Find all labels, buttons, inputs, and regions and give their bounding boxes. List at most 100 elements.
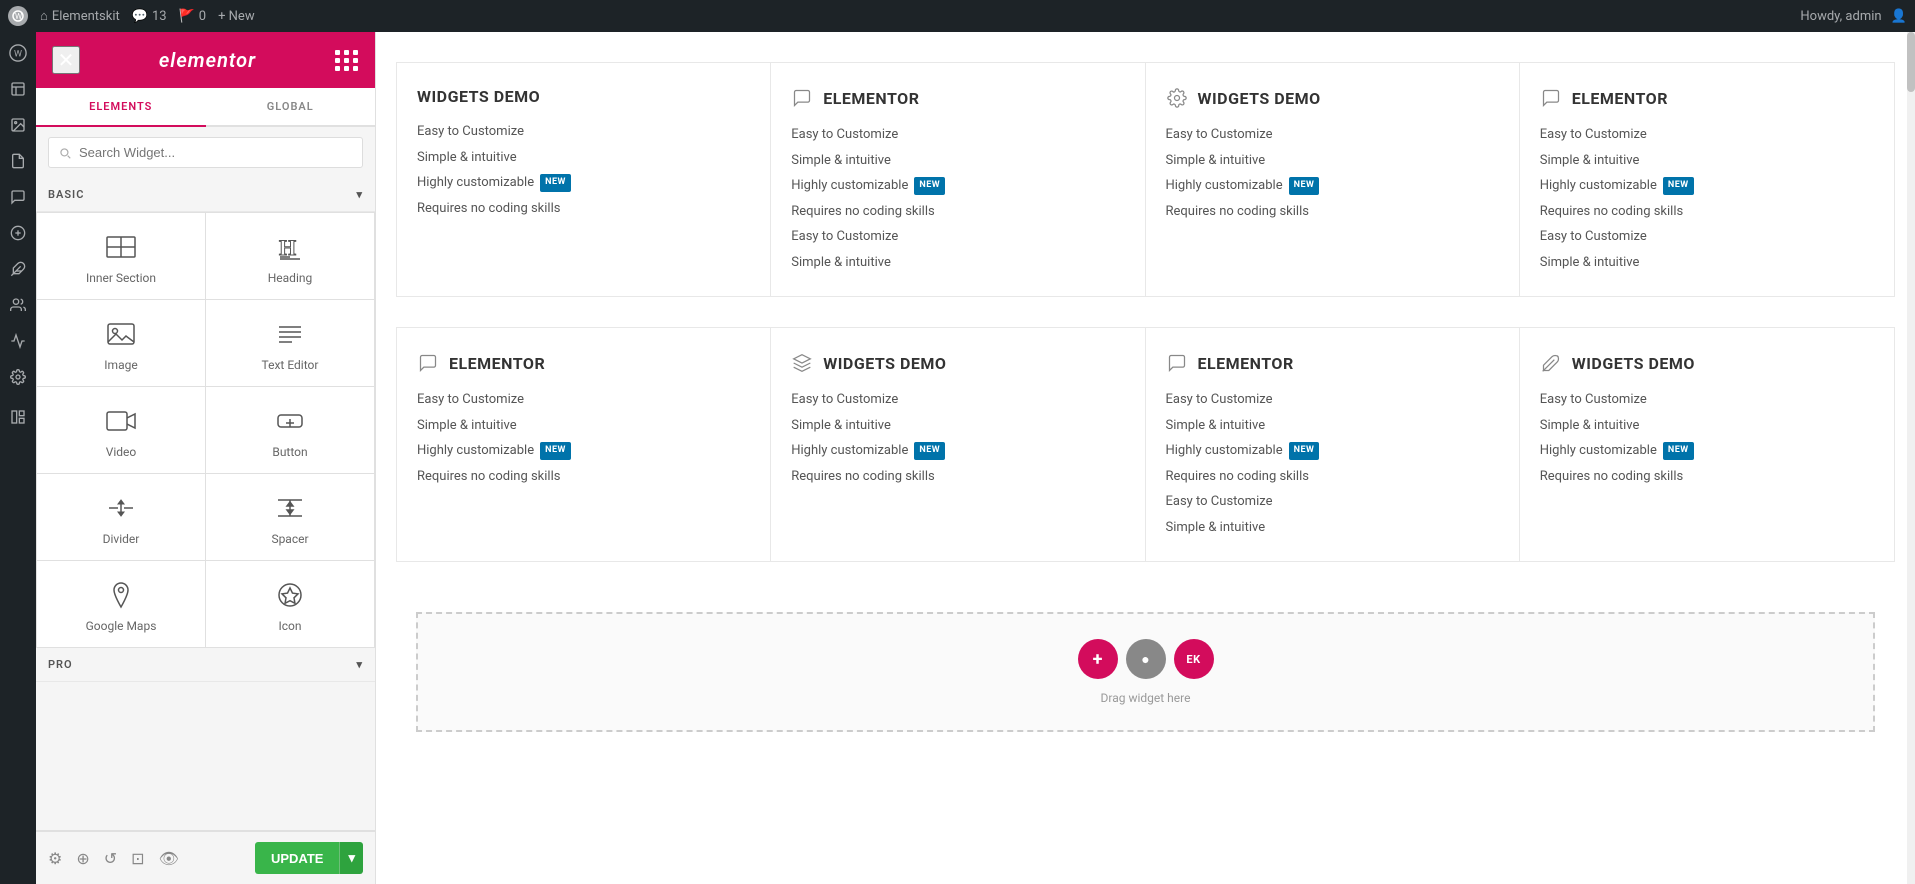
pro-collapse-icon: ▾: [356, 658, 363, 671]
widget-item-button[interactable]: Button: [206, 387, 374, 473]
widget-item-icon[interactable]: Icon: [206, 561, 374, 647]
video-label: Video: [106, 445, 137, 459]
demo-col-3-list: Easy to Customize Simple & intuitive Hig…: [791, 390, 1124, 486]
elementor-col-1-title-text: ELEMENTOR: [823, 89, 919, 108]
basic-category: BASIC ▾ Inner Section: [36, 178, 375, 648]
comment-count: 13: [152, 9, 167, 24]
demo-col-4: WIDGETS DEMO Easy to Customize Simple & …: [1520, 328, 1894, 561]
admin-avatar[interactable]: 👤: [1891, 9, 1907, 24]
widget-item-image[interactable]: Image: [37, 300, 205, 386]
drag-handle-button[interactable]: ●: [1126, 639, 1166, 679]
list-item: Requires no coding skills: [417, 467, 750, 487]
demo-col-2-list: Easy to Customize Simple & intuitive Hig…: [1166, 125, 1499, 221]
sidebar-item-wp-logo[interactable]: W: [0, 36, 36, 70]
button-label: Button: [272, 445, 307, 459]
svg-text:W: W: [15, 12, 22, 21]
elementor-col-4-list: Easy to Customize Simple & intuitive Hig…: [1166, 390, 1499, 537]
wp-logo-bar[interactable]: W: [8, 6, 28, 26]
widgets-section-2: ELEMENTOR Easy to Customize Simple & int…: [376, 327, 1915, 592]
widget-item-google-maps[interactable]: Google Maps: [37, 561, 205, 647]
wp-admin-bar: W ⌂ Elementskit 💬 13 🚩 0 + New Howdy, ad…: [0, 0, 1915, 32]
elementor-col-2-list: Easy to Customize Simple & intuitive Hig…: [1540, 125, 1874, 272]
widgets-grid-bottom: ELEMENTOR Easy to Customize Simple & int…: [396, 327, 1895, 562]
site-name-bar[interactable]: ⌂ Elementskit: [40, 8, 120, 24]
settings-bottom-icon[interactable]: ⚙: [48, 849, 62, 868]
button-icon: [274, 405, 306, 437]
list-item: Requires no coding skills: [1540, 467, 1874, 487]
widget-item-spacer[interactable]: Spacer: [206, 474, 374, 560]
sidebar-item-tools[interactable]: [0, 324, 36, 358]
new-content-bar[interactable]: + New: [218, 9, 255, 24]
widgets-grid-top: WIDGETS DEMO Easy to Customize Simple & …: [396, 62, 1895, 297]
spacer-label: Spacer: [271, 532, 308, 546]
demo-col-4-title-text: WIDGETS DEMO: [1572, 354, 1695, 373]
feedback-count: 0: [199, 9, 206, 24]
list-item: Highly customizable NEW: [417, 173, 750, 193]
divider-icon: [105, 492, 137, 524]
icon-label: Icon: [278, 619, 301, 633]
widget-item-heading[interactable]: H Heading: [206, 213, 374, 299]
google-maps-label: Google Maps: [86, 619, 157, 633]
image-icon: [105, 318, 137, 350]
new-badge: NEW: [914, 177, 945, 195]
elementor-col-4-title-text: ELEMENTOR: [1198, 354, 1294, 373]
elementor-close-button[interactable]: ✕: [52, 46, 80, 74]
elementor-tabs: ELEMENTS GLOBAL: [36, 88, 375, 127]
list-item: Simple & intuitive: [791, 151, 1124, 171]
sidebar-item-plugins[interactable]: [0, 252, 36, 286]
list-item: Highly customizable NEW: [1540, 441, 1874, 461]
scrollbar-track[interactable]: [1907, 32, 1915, 884]
scrollbar-thumb[interactable]: [1907, 32, 1915, 92]
sidebar-item-appearance[interactable]: [0, 216, 36, 250]
empty-drop-section[interactable]: + ● EK Drag widget here: [416, 612, 1875, 732]
sidebar-item-elementor[interactable]: [0, 400, 36, 434]
responsive-icon[interactable]: ⊡: [131, 849, 144, 868]
sidebar-item-pages[interactable]: [0, 144, 36, 178]
list-item: Requires no coding skills: [1540, 202, 1874, 222]
list-item: Simple & intuitive: [1166, 518, 1499, 538]
comments-bar[interactable]: 💬 13: [132, 9, 167, 24]
main-layout: W: [0, 32, 1915, 884]
tab-global[interactable]: GLOBAL: [206, 88, 376, 127]
add-section-button[interactable]: +: [1078, 639, 1118, 679]
demo-col-3-title-text: WIDGETS DEMO: [823, 354, 946, 373]
widget-item-inner-section[interactable]: Inner Section: [37, 213, 205, 299]
close-icon: ✕: [58, 48, 75, 73]
sidebar-item-settings[interactable]: [0, 360, 36, 394]
elementor-col-1-list: Easy to Customize Simple & intuitive Hig…: [791, 125, 1124, 272]
elementor-col-2-title-text: ELEMENTOR: [1572, 89, 1668, 108]
elementor-bottom-bar: ⚙ ⊕ ↺ ⊡ 👁 UPDATE ▾: [36, 831, 375, 884]
pro-category-header[interactable]: PRO ▾: [36, 648, 375, 682]
widget-item-text-editor[interactable]: Text Editor: [206, 300, 374, 386]
demo-col-2-title-text: WIDGETS DEMO: [1198, 89, 1321, 108]
update-button[interactable]: UPDATE: [255, 842, 339, 874]
sidebar-item-users[interactable]: [0, 288, 36, 322]
layers-icon[interactable]: ⊕: [76, 849, 89, 868]
elementor-col-1-title: ELEMENTOR: [791, 87, 1124, 109]
list-item: Simple & intuitive: [791, 416, 1124, 436]
ek-button[interactable]: EK: [1174, 639, 1214, 679]
preview-icon[interactable]: 👁: [159, 849, 179, 868]
widget-item-video[interactable]: Video: [37, 387, 205, 473]
search-input[interactable]: [48, 137, 363, 168]
list-item: Easy to Customize: [791, 125, 1124, 145]
elementor-menu-button[interactable]: [335, 50, 359, 71]
feedback-bar[interactable]: 🚩 0: [179, 9, 207, 24]
new-badge: NEW: [1663, 177, 1694, 195]
drag-hint: Drag widget here: [1101, 691, 1191, 705]
chat-icon-2: [1540, 87, 1562, 109]
sidebar-item-posts[interactable]: [0, 72, 36, 106]
widget-item-divider[interactable]: Divider: [37, 474, 205, 560]
basic-category-header[interactable]: BASIC ▾: [36, 178, 375, 212]
admin-bar-left: W ⌂ Elementskit 💬 13 🚩 0 + New: [8, 6, 255, 26]
chat-icon-4: [1166, 352, 1188, 374]
history-icon[interactable]: ↺: [104, 849, 117, 868]
tab-elements[interactable]: ELEMENTS: [36, 88, 206, 127]
elementor-col-3: ELEMENTOR Easy to Customize Simple & int…: [397, 328, 771, 561]
pro-category: PRO ▾: [36, 648, 375, 682]
elementor-col-1: ELEMENTOR Easy to Customize Simple & int…: [771, 63, 1145, 296]
sidebar-item-media[interactable]: [0, 108, 36, 142]
sidebar-item-comments[interactable]: [0, 180, 36, 214]
list-item: Easy to Customize: [1166, 125, 1499, 145]
update-arrow-button[interactable]: ▾: [339, 842, 363, 874]
